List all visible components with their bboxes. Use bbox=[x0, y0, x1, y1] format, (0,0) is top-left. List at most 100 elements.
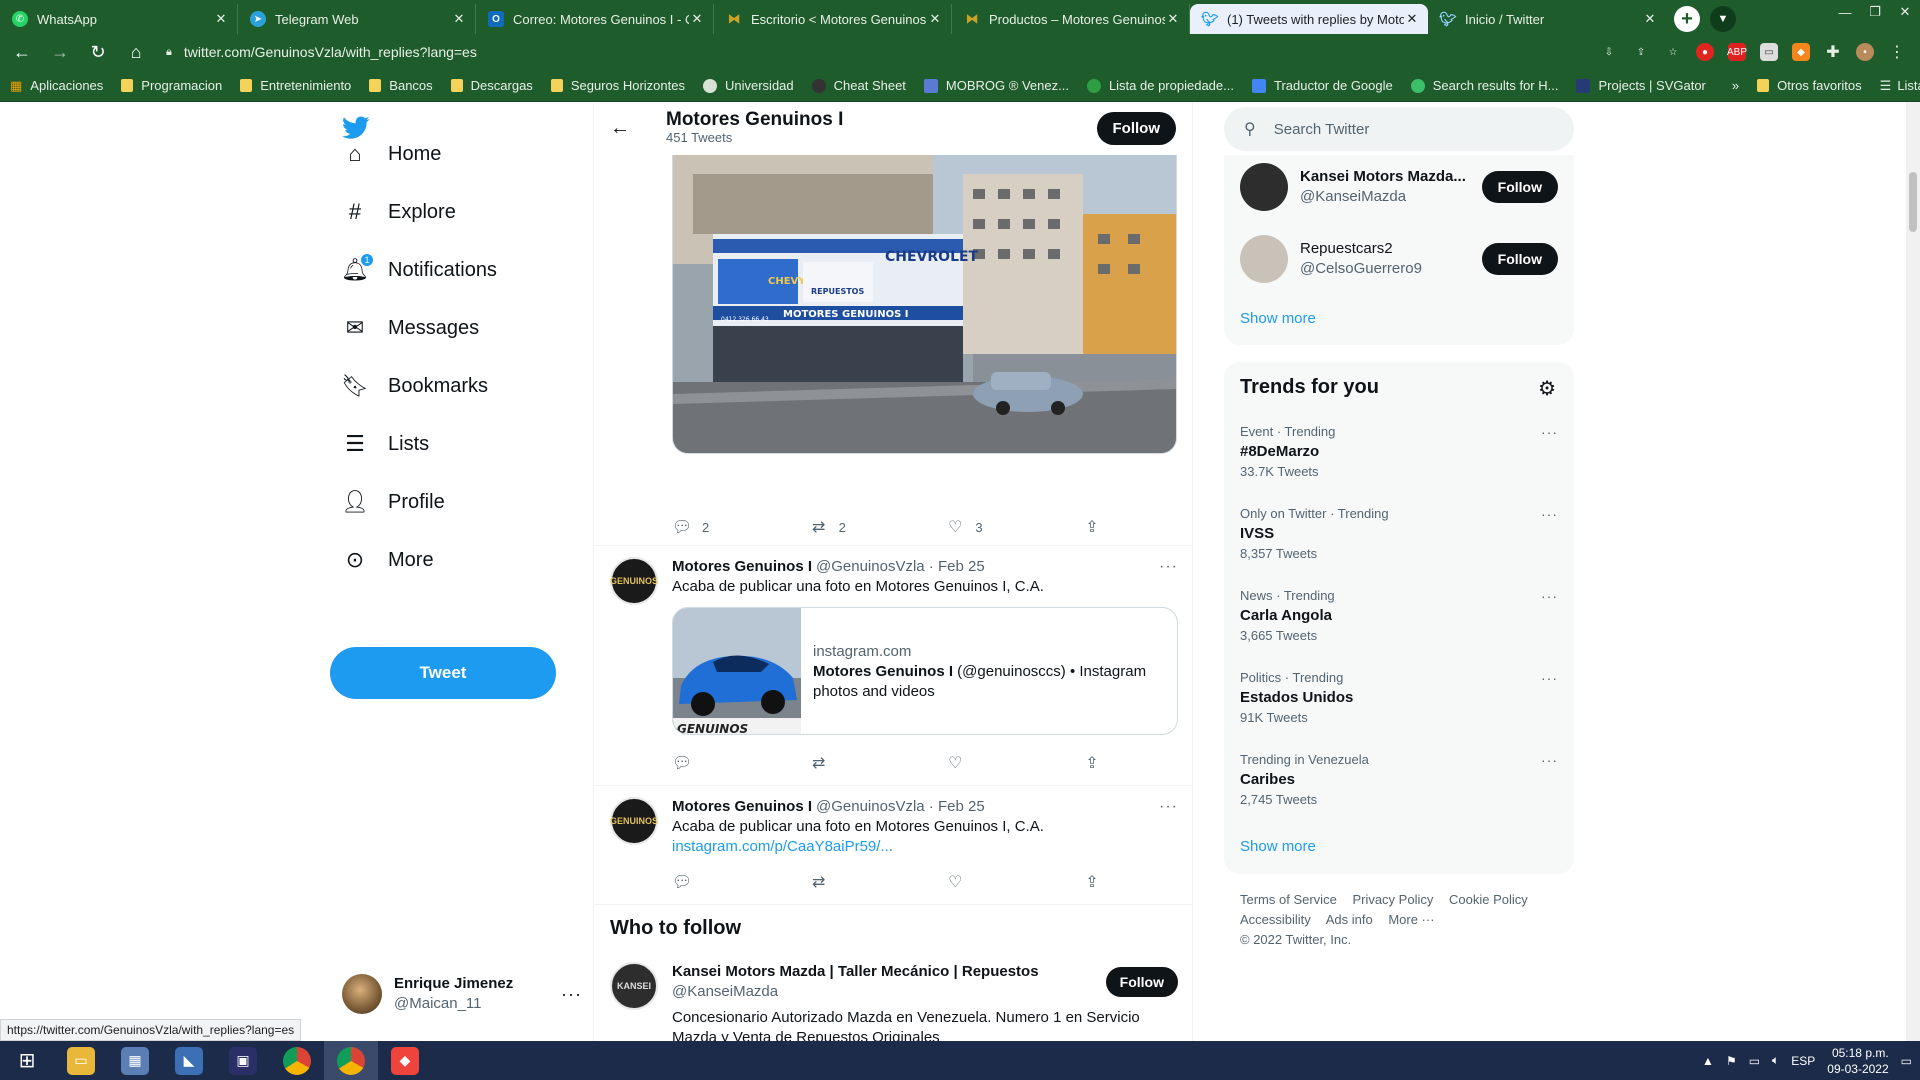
taskbar-app[interactable]: ▣ bbox=[216, 1041, 270, 1080]
tab-escritorio[interactable]: ⧓ Escritorio < Motores Genuinos — ✕ bbox=[714, 4, 952, 34]
follow-button[interactable]: Follow bbox=[1481, 171, 1558, 203]
reload-icon[interactable]: ↻ bbox=[86, 40, 110, 64]
menu-kebab-icon[interactable]: ⋮ bbox=[1888, 43, 1906, 61]
footer-link-terms[interactable]: Terms of Service bbox=[1240, 892, 1337, 907]
share-icon[interactable]: ⇪ bbox=[1632, 43, 1650, 61]
tab-search-button[interactable]: ▼ bbox=[1710, 6, 1736, 32]
nav-bookmarks[interactable]: 🔖︎ Bookmarks bbox=[341, 364, 488, 408]
bookmark-cheat-sheet[interactable]: Cheat Sheet bbox=[811, 78, 906, 93]
tweet-avatar[interactable]: GENUINOS bbox=[610, 557, 658, 605]
trend-item[interactable]: Politics · Trending Estados Unidos 91K T… bbox=[1240, 668, 1558, 728]
follow-button[interactable]: Follow bbox=[1105, 967, 1178, 997]
tweet-link[interactable]: instagram.com/p/CaaY8aiPr59/... bbox=[672, 837, 1178, 857]
reply-button[interactable]: 💬︎ bbox=[672, 872, 692, 892]
trend-more-icon[interactable]: ··· bbox=[1541, 750, 1558, 770]
tab-inicio-twitter[interactable]: 🐦︎ Inicio / Twitter ✕ bbox=[1428, 4, 1666, 34]
bookmark-search-results[interactable]: Search results for H... bbox=[1410, 78, 1558, 93]
close-tab-icon[interactable]: ✕ bbox=[1165, 11, 1181, 27]
bookmark-folder[interactable]: Seguros Horizontes bbox=[550, 78, 685, 93]
adblock-icon[interactable]: ABP bbox=[1727, 43, 1747, 61]
bookmark-mobrog[interactable]: MOBROG ® Venez... bbox=[923, 78, 1069, 93]
like-button[interactable]: ♡ bbox=[945, 753, 965, 773]
tab-productos[interactable]: ⧓ Productos – Motores Genuinos ✕ bbox=[952, 4, 1190, 34]
bookmark-svgator[interactable]: Projects | SVGator bbox=[1576, 78, 1706, 93]
trend-item[interactable]: Only on Twitter · Trending IVSS 8,357 Tw… bbox=[1240, 504, 1558, 564]
taskbar-file-explorer[interactable]: ▭ bbox=[54, 1041, 108, 1080]
nav-home[interactable]: ⌂ Home bbox=[342, 132, 441, 176]
language-indicator[interactable]: ESP bbox=[1791, 1054, 1815, 1068]
trend-more-icon[interactable]: ··· bbox=[1541, 586, 1558, 606]
footer-link-accessibility[interactable]: Accessibility bbox=[1240, 912, 1311, 927]
nav-lists[interactable]: ☰ Lists bbox=[342, 422, 429, 466]
volume-icon[interactable]: 🔈︎ bbox=[1772, 1053, 1779, 1068]
reply-button[interactable]: 💬︎ 2 bbox=[672, 517, 709, 537]
reply-button[interactable]: 💬︎ bbox=[672, 753, 692, 773]
like-button[interactable]: ♡ 3 bbox=[945, 517, 982, 537]
bookmark-traductor[interactable]: Traductor de Google bbox=[1251, 78, 1393, 93]
bookmark-folder[interactable]: Programacion bbox=[121, 78, 222, 93]
trend-item[interactable]: Event · Trending #8DeMarzo 33.7K Tweets … bbox=[1240, 422, 1558, 482]
share-button[interactable]: ⇪ bbox=[1082, 872, 1102, 892]
tweet-more-icon[interactable]: ··· bbox=[1159, 557, 1178, 577]
search-box[interactable]: ⚲ Search Twitter bbox=[1224, 107, 1574, 151]
page-scrollbar[interactable] bbox=[1906, 102, 1920, 1041]
address-bar[interactable]: 🔒︎ twitter.com/GenuinosVzla/with_replies… bbox=[162, 38, 1590, 66]
back-icon[interactable]: ← bbox=[10, 40, 34, 64]
footer-link-cookie[interactable]: Cookie Policy bbox=[1449, 892, 1528, 907]
close-tab-icon[interactable]: ✕ bbox=[689, 11, 705, 27]
nav-profile[interactable]: 👤︎ Profile bbox=[341, 480, 445, 524]
taskbar-visual-studio[interactable]: ◣ bbox=[162, 1041, 216, 1080]
close-tab-icon[interactable]: ✕ bbox=[1404, 11, 1420, 27]
tab-tweets-with-replies[interactable]: 🐦︎ (1) Tweets with replies by Motore ✕ bbox=[1190, 4, 1428, 34]
ext-car-icon[interactable]: ▭ bbox=[1760, 43, 1778, 61]
close-tab-icon[interactable]: ✕ bbox=[927, 11, 943, 27]
account-switcher[interactable]: Enrique Jimenez @Maican_11 ··· bbox=[342, 974, 582, 1014]
reading-list-button[interactable]: ☰ Lista de lectura bbox=[1880, 78, 1920, 94]
star-icon[interactable]: ☆ bbox=[1664, 43, 1682, 61]
clock[interactable]: 05:18 p.m. 09-03-2022 bbox=[1827, 1045, 1888, 1077]
trend-item[interactable]: News · Trending Carla Angola 3,665 Tweet… bbox=[1240, 586, 1558, 646]
new-tab-button[interactable]: + bbox=[1674, 6, 1700, 32]
tweet-meta[interactable]: @GenuinosVzla · Feb 25 bbox=[816, 557, 985, 577]
trend-more-icon[interactable]: ··· bbox=[1541, 422, 1558, 442]
footer-link-more[interactable]: More ··· bbox=[1388, 912, 1434, 927]
footer-link-ads[interactable]: Ads info bbox=[1326, 912, 1373, 927]
ext-shield-icon[interactable]: ● bbox=[1696, 43, 1714, 61]
puzzle-icon[interactable]: ✚ bbox=[1824, 43, 1842, 61]
taskbar-chrome[interactable] bbox=[270, 1041, 324, 1080]
scrollbar-thumb[interactable] bbox=[1909, 172, 1917, 232]
bookmarks-overflow-button[interactable]: » bbox=[1732, 78, 1739, 93]
forward-icon[interactable]: → bbox=[48, 40, 72, 64]
bookmark-folder[interactable]: Descargas bbox=[450, 78, 533, 93]
trend-item[interactable]: Trending in Venezuela Caribes 2,745 Twee… bbox=[1240, 750, 1558, 810]
footer-link-privacy[interactable]: Privacy Policy bbox=[1352, 892, 1433, 907]
tweet-button[interactable]: Tweet bbox=[330, 647, 556, 699]
close-tab-icon[interactable]: ✕ bbox=[213, 11, 229, 27]
tab-telegram[interactable]: ➤ Telegram Web ✕ bbox=[238, 4, 476, 34]
close-window-icon[interactable]: ✕ bbox=[1890, 0, 1920, 24]
metamask-icon[interactable]: ◆ bbox=[1792, 43, 1810, 61]
show-more-link[interactable]: Show more bbox=[1240, 310, 1316, 327]
back-arrow-icon[interactable]: ← bbox=[610, 117, 646, 140]
bookmark-folder[interactable]: Entretenimiento bbox=[240, 78, 351, 93]
flag-icon[interactable]: ⚑ bbox=[1726, 1054, 1737, 1068]
nav-notifications[interactable]: 🔔︎ 1 Notifications bbox=[341, 248, 497, 292]
bookmark-propiedades[interactable]: Lista de propiedade... bbox=[1086, 78, 1234, 93]
start-button[interactable]: ⊞ bbox=[0, 1041, 54, 1080]
home-browser-icon[interactable]: ⌂ bbox=[124, 40, 148, 64]
tweet[interactable]: GENUINOS Motores Genuinos I @GenuinosVzl… bbox=[610, 557, 1178, 757]
restore-icon[interactable]: ❐ bbox=[1860, 0, 1890, 24]
tweet-author-name[interactable]: Motores Genuinos I bbox=[672, 797, 812, 817]
network-icon[interactable]: ▭ bbox=[1749, 1054, 1760, 1068]
suggestion-row[interactable]: Kansei Motors Mazda... @KanseiMazda Foll… bbox=[1240, 163, 1558, 211]
tweet-photo[interactable]: CHEVROLET CHEVY PARTES REPUESTOS MOTORES… bbox=[672, 154, 1177, 454]
notifications-icon[interactable]: ▭ bbox=[1901, 1054, 1912, 1068]
tweet-avatar[interactable]: GENUINOS bbox=[610, 797, 658, 845]
nav-explore[interactable]: # Explore bbox=[342, 190, 456, 234]
share-button[interactable]: ⇪ bbox=[1082, 517, 1102, 537]
trend-more-icon[interactable]: ··· bbox=[1541, 668, 1558, 688]
more-dots-icon[interactable]: ··· bbox=[561, 984, 582, 1005]
bookmark-aplicaciones[interactable]: ▦ Aplicaciones bbox=[10, 78, 103, 94]
suggestion-name[interactable]: Kansei Motors Mazda | Taller Mecánico | … bbox=[672, 962, 1039, 982]
trends-show-more-link[interactable]: Show more bbox=[1240, 838, 1316, 855]
